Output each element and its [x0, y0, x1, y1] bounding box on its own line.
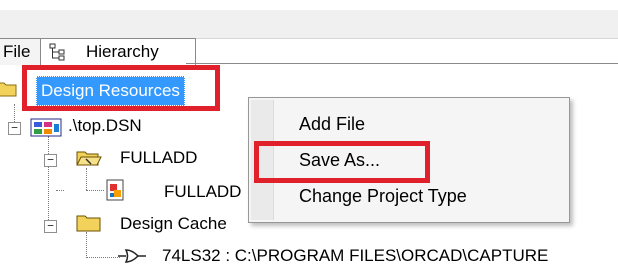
tree-node-design-cache[interactable]: Design Cache [120, 211, 227, 237]
tree-connector [86, 232, 87, 258]
collapse-toggle[interactable]: − [44, 220, 57, 233]
tab-hierarchy-label: Hierarchy [86, 42, 159, 61]
annotation-highlight-save-as [254, 141, 430, 183]
tree-connector [86, 257, 120, 258]
tree-node-74ls32-part[interactable]: 74LS32 : C:\PROGRAM FILES\ORCAD\CAPTURE [162, 243, 548, 269]
toolbar-area [0, 10, 618, 39]
menu-item-add-file[interactable]: Add File [299, 112, 365, 138]
or-gate-part-icon [118, 249, 146, 263]
menu-item-label: Change Project Type [299, 186, 467, 206]
tree-connector [48, 136, 49, 226]
tree-node-label: .\top.DSN [68, 116, 142, 135]
tab-file-label: File [3, 42, 31, 61]
tree-node-label: FULLADD [164, 182, 242, 201]
schematic-page-icon [106, 179, 124, 201]
tab-hierarchy[interactable]: Hierarchy [40, 38, 196, 65]
collapse-toggle[interactable]: − [44, 154, 57, 167]
tree-node-label: FULLADD [120, 148, 198, 167]
tree-node-label: 74LS32 : C:\PROGRAM FILES\ORCAD\CAPTURE [162, 246, 549, 265]
tree-connector [86, 190, 104, 191]
tree-node-label: Design Cache [120, 214, 227, 233]
hierarchy-icon [49, 43, 65, 61]
tree-node-top-dsn[interactable]: .\top.DSN [68, 113, 142, 139]
design-file-icon [30, 118, 62, 137]
folder-icon [76, 215, 101, 232]
tree-connector [56, 190, 64, 191]
tree-node-fulladd-folder[interactable]: FULLADD [120, 145, 197, 171]
window-top-edge [0, 0, 618, 10]
annotation-highlight-design-resources [22, 65, 220, 111]
collapse-toggle[interactable]: − [8, 122, 21, 135]
menu-item-label: Add File [299, 114, 366, 134]
tree-node-fulladd-schematic[interactable]: FULLADD [164, 179, 241, 205]
open-folder-icon [76, 151, 102, 166]
tab-baseline [186, 63, 618, 64]
folder-icon [0, 82, 17, 97]
tree-connector [86, 168, 87, 190]
menu-item-change-project-type[interactable]: Change Project Type [299, 184, 467, 210]
